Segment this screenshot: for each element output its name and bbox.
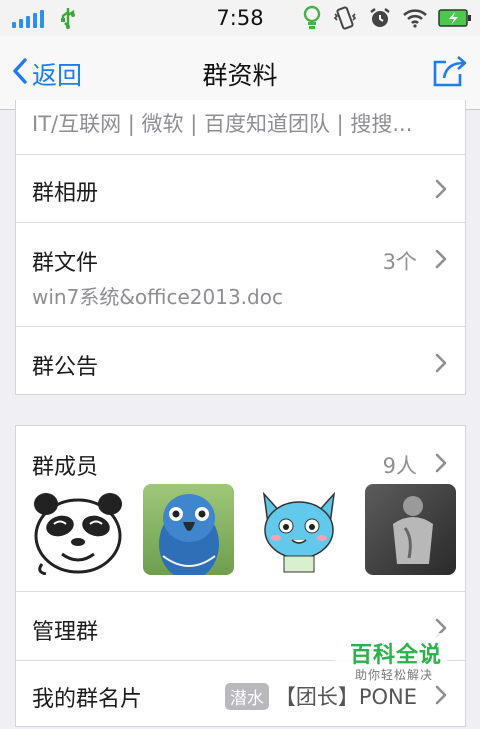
share-button[interactable] [432,54,468,92]
group-files-count: 3个 [382,250,417,274]
chevron-right-icon [435,353,447,377]
group-files-row[interactable]: 群文件 3个 win7系统&office2013.doc [16,222,465,326]
my-group-card-value: 【团长】PONE [274,685,417,709]
grayscale-person-avatar[interactable] [365,484,456,575]
blue-parrot-avatar[interactable] [143,484,234,575]
alarm-icon [368,6,392,35]
manage-group-label: 管理群 [32,620,99,645]
category-row: IT/互联网 | 微软 | 百度知道团队 | 搜搜... [16,100,465,154]
group-files-latest: win7系统&office2013.doc [32,285,283,309]
vibrate-icon [332,6,358,35]
group-members-label: 群成员 [32,455,99,480]
watermark-title: 百科全说 [350,643,443,668]
chevron-right-icon [435,179,447,203]
blue-cat-avatar[interactable] [254,484,345,575]
status-bar: 7:58 [0,0,480,36]
lightbulb-icon [302,5,322,36]
group-album-row[interactable]: 群相册 [16,154,465,222]
lurker-badge: 潜水 [224,683,269,710]
my-group-card-label: 我的群名片 [32,687,143,712]
page-title: 群资料 [202,61,278,90]
wifi-icon [402,8,428,33]
group-album-label: 群相册 [32,181,99,206]
watermark: 百科全说 助你轻松解决 [335,633,447,685]
group-members-row[interactable]: 群成员 9人 [16,426,465,591]
share-icon [432,56,468,92]
watermark-subtitle: 助你轻松解决 [355,668,434,682]
group-members-count: 9人 [382,454,417,478]
chevron-right-icon [435,453,447,477]
chevron-right-icon [435,249,447,273]
group-files-label: 群文件 [32,251,99,276]
category-text: IT/互联网 | 微软 | 百度知道团队 | 搜搜... [32,112,413,136]
chevron-right-icon [435,685,447,709]
navigation-bar: 返回 群资料 [0,36,480,110]
panda-avatar[interactable] [32,484,123,575]
group-notice-row[interactable]: 群公告 [16,326,465,395]
group-notice-label: 群公告 [32,355,99,380]
battery-charging-icon [438,8,472,33]
group-info-card: IT/互联网 | 微软 | 百度知道团队 | 搜搜... 群相册 群文件 3个 … [15,100,466,395]
my-group-card-value-wrap: 潜水 【团长】PONE [224,681,417,711]
